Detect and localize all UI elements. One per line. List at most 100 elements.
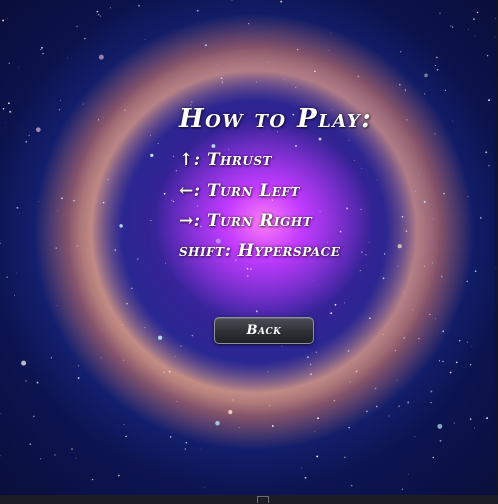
star: [347, 350, 350, 352]
star: [343, 456, 346, 459]
star: [406, 220, 407, 222]
star: [61, 197, 63, 200]
star: [150, 153, 154, 158]
star: [401, 488, 404, 490]
star: [368, 241, 370, 243]
star: [28, 134, 30, 137]
star: [488, 165, 490, 167]
star: [348, 427, 350, 429]
star: [304, 476, 307, 479]
star: [383, 334, 384, 335]
star: [443, 192, 445, 195]
star: [403, 292, 405, 294]
star: [366, 410, 368, 413]
star: [196, 9, 199, 12]
star: [98, 119, 100, 121]
star: [423, 93, 426, 95]
star: [211, 144, 216, 148]
star: [175, 356, 177, 357]
star: [398, 83, 401, 86]
star: [281, 345, 283, 347]
back-button-label: Back: [246, 323, 282, 338]
star: [16, 206, 19, 209]
star: [271, 425, 274, 427]
star: [296, 48, 299, 51]
star: [396, 380, 398, 382]
star: [388, 415, 390, 417]
star: [136, 258, 139, 260]
back-button[interactable]: Back: [214, 317, 314, 344]
star: [150, 220, 152, 221]
bottom-bar: [0, 495, 498, 504]
star: [98, 14, 100, 16]
star: [238, 426, 240, 428]
star: [8, 62, 10, 65]
star: [73, 199, 75, 202]
star: [216, 63, 218, 65]
star: [197, 205, 199, 207]
star: [76, 25, 78, 27]
star: [191, 101, 193, 103]
star: [38, 201, 40, 202]
star: [36, 381, 39, 384]
star: [191, 334, 194, 337]
star: [435, 318, 437, 320]
star: [100, 357, 102, 359]
star: [309, 363, 312, 366]
star: [98, 54, 104, 60]
star: [469, 418, 472, 421]
star: [474, 270, 477, 273]
star: [171, 199, 173, 201]
star: [476, 11, 479, 14]
star: [150, 134, 151, 136]
star: [449, 371, 452, 374]
star: [397, 244, 402, 249]
star: [330, 312, 333, 315]
star: [360, 208, 362, 210]
star: [269, 404, 271, 406]
star: [41, 46, 43, 49]
star: [344, 302, 346, 304]
star: [453, 422, 455, 424]
star: [486, 55, 489, 57]
star: [361, 251, 363, 253]
star: [404, 89, 406, 91]
star: [414, 436, 416, 438]
star: [310, 373, 312, 375]
star: [350, 484, 353, 487]
star: [2, 108, 5, 110]
star: [131, 287, 133, 290]
star: [488, 99, 491, 102]
star: [172, 155, 175, 158]
star: [55, 247, 58, 249]
star: [357, 75, 360, 78]
star: [382, 277, 385, 280]
star: [334, 303, 337, 306]
star: [163, 192, 166, 195]
star: [107, 178, 109, 181]
star: [317, 417, 319, 420]
star: [200, 449, 201, 450]
star: [418, 174, 420, 176]
star: [442, 330, 445, 333]
star: [318, 137, 322, 141]
star: [35, 127, 41, 133]
star: [124, 109, 126, 112]
star: [412, 309, 414, 310]
star: [175, 169, 178, 172]
star: [440, 275, 443, 278]
star: [172, 200, 174, 203]
star: [185, 442, 187, 444]
star: [450, 25, 452, 27]
star: [349, 381, 351, 383]
star: [163, 371, 165, 373]
star: [4, 122, 6, 124]
star: [165, 262, 167, 264]
star: [407, 401, 410, 404]
star: [138, 5, 140, 7]
star: [328, 50, 330, 51]
star: [220, 77, 223, 79]
resize-handle-icon[interactable]: [257, 496, 269, 503]
star: [316, 455, 319, 458]
star: [82, 103, 84, 105]
